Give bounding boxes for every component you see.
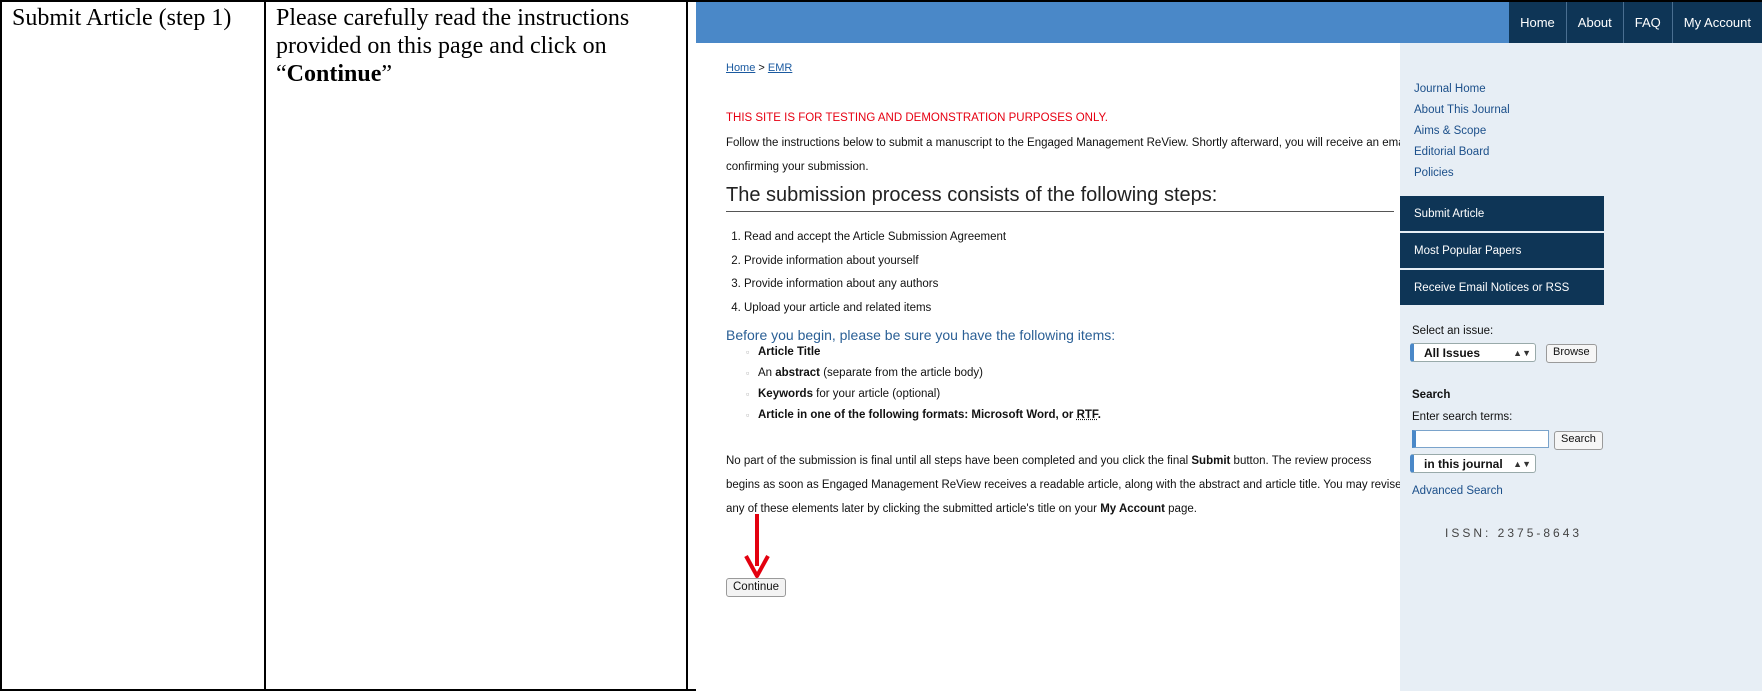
nav-my-account[interactable]: My Account (1671, 2, 1762, 43)
updown-arrows-icon: ▲▼ (1513, 348, 1531, 358)
submission-page-screenshot: Home About FAQ My Account Home > EMR THI… (696, 2, 1762, 691)
instruction-text: Please carefully read the instructions p… (266, 2, 686, 88)
item-keywords-post: for your article (optional) (812, 388, 941, 400)
breadcrumb: Home > EMR (726, 62, 1436, 74)
square-bullet-icon: ▫ (746, 389, 750, 399)
nav-faq[interactable]: FAQ (1622, 2, 1672, 43)
steps-list: Read and accept the Article Submission A… (726, 226, 1006, 320)
final-my-account: My Account (1100, 503, 1165, 515)
email-notices-rss-link[interactable]: Receive Email Notices or RSS (1400, 270, 1604, 306)
nav-about[interactable]: About (1565, 2, 1623, 43)
breadcrumb-emr[interactable]: EMR (768, 62, 792, 74)
search-scope-select[interactable]: in this journal ▲▼ (1410, 454, 1536, 473)
final-pre: No part of the submission is final until… (726, 455, 1192, 467)
testing-warning: THIS SITE IS FOR TESTING AND DEMONSTRATI… (726, 112, 1108, 124)
main-content: Home > EMR THIS SITE IS FOR TESTING AND … (726, 62, 1436, 515)
select-issue-label: Select an issue: (1412, 325, 1494, 337)
item-abstract-pre: An (758, 367, 776, 379)
square-bullet-icon: ▫ (746, 368, 750, 378)
item-title-text: Article Title (758, 346, 821, 358)
final-submit-word: Submit (1191, 455, 1231, 467)
breadcrumb-home[interactable]: Home (726, 62, 755, 74)
sidebar-link-editorial-board[interactable]: Editorial Board (1414, 142, 1510, 163)
sidebar-link-policies[interactable]: Policies (1414, 163, 1510, 184)
item-abstract-bold: abstract (775, 367, 821, 379)
square-bullet-icon: ▫ (746, 410, 750, 420)
sidebar-links: Journal Home About This Journal Aims & S… (1414, 79, 1510, 184)
instruction-suffix: ” (381, 61, 392, 87)
sidebar: Journal Home About This Journal Aims & S… (1400, 43, 1762, 691)
step-item: Provide information about any authors (744, 273, 1006, 297)
most-popular-papers-link[interactable]: Most Popular Papers (1400, 233, 1604, 269)
sidebar-link-about-journal[interactable]: About This Journal (1414, 100, 1510, 121)
item-formats-pre: Article in one of the following formats:… (758, 409, 1077, 421)
required-items-list: ▫ Article Title ▫ An abstract (separate fr… (746, 342, 1101, 426)
item-abstract-post: (separate from the article body) (820, 367, 984, 379)
before-you-begin-heading: Before you begin, please be sure you hav… (726, 327, 1116, 343)
final-note: No part of the submission is final until… (726, 449, 1406, 521)
top-navigation: Home About FAQ My Account (1509, 2, 1762, 43)
step-item: Provide information about yourself (744, 250, 1006, 274)
search-heading: Search (1412, 389, 1451, 401)
issue-select[interactable]: All Issues ▲▼ (1410, 343, 1536, 362)
sidebar-link-aims-scope[interactable]: Aims & Scope (1414, 121, 1510, 142)
search-input[interactable] (1412, 430, 1549, 448)
item-formats: ▫ Article in one of the following formats… (746, 405, 1101, 426)
down-arrow-icon (744, 514, 770, 578)
item-abstract: ▫ An abstract (separate from the article … (746, 363, 1101, 384)
search-scope-value: in this journal (1424, 457, 1503, 471)
issue-select-value: All Issues (1424, 346, 1481, 360)
step-item: Read and accept the Article Submission A… (744, 226, 1006, 250)
step-item: Upload your article and related items (744, 297, 1006, 321)
final-post: page. (1164, 503, 1197, 515)
continue-button[interactable]: Continue (726, 578, 787, 597)
item-keywords-bold: Keywords (758, 388, 813, 400)
nav-home[interactable]: Home (1509, 2, 1566, 43)
intro-text: Follow the instructions below to submit … (726, 137, 1410, 173)
search-button[interactable]: Search (1554, 431, 1603, 450)
issn-text: ISSN: 2375-8643 (1445, 526, 1583, 540)
instruction-bold: Continue (286, 61, 382, 87)
advanced-search-link[interactable]: Advanced Search (1412, 485, 1503, 497)
item-formats-rtf: RTF (1076, 409, 1098, 421)
submit-article-link[interactable]: Submit Article (1400, 196, 1604, 232)
item-article-title: ▫ Article Title (746, 342, 1101, 363)
item-formats-post: . (1097, 409, 1101, 421)
item-keywords: ▫ Keywords for your article (optional) (746, 384, 1101, 405)
step-label: Submit Article (step 1) (12, 5, 232, 31)
square-bullet-icon: ▫ (746, 347, 750, 357)
breadcrumb-separator: > (755, 62, 768, 74)
step-cell: Submit Article (step 1) (0, 0, 266, 691)
sidebar-link-journal-home[interactable]: Journal Home (1414, 79, 1510, 100)
search-terms-label: Enter search terms: (1412, 411, 1513, 423)
instruction-cell: Please carefully read the instructions p… (264, 0, 688, 691)
steps-heading: The submission process consists of the f… (726, 184, 1394, 212)
updown-arrows-icon: ▲▼ (1513, 459, 1531, 469)
browse-button[interactable]: Browse (1546, 344, 1597, 363)
